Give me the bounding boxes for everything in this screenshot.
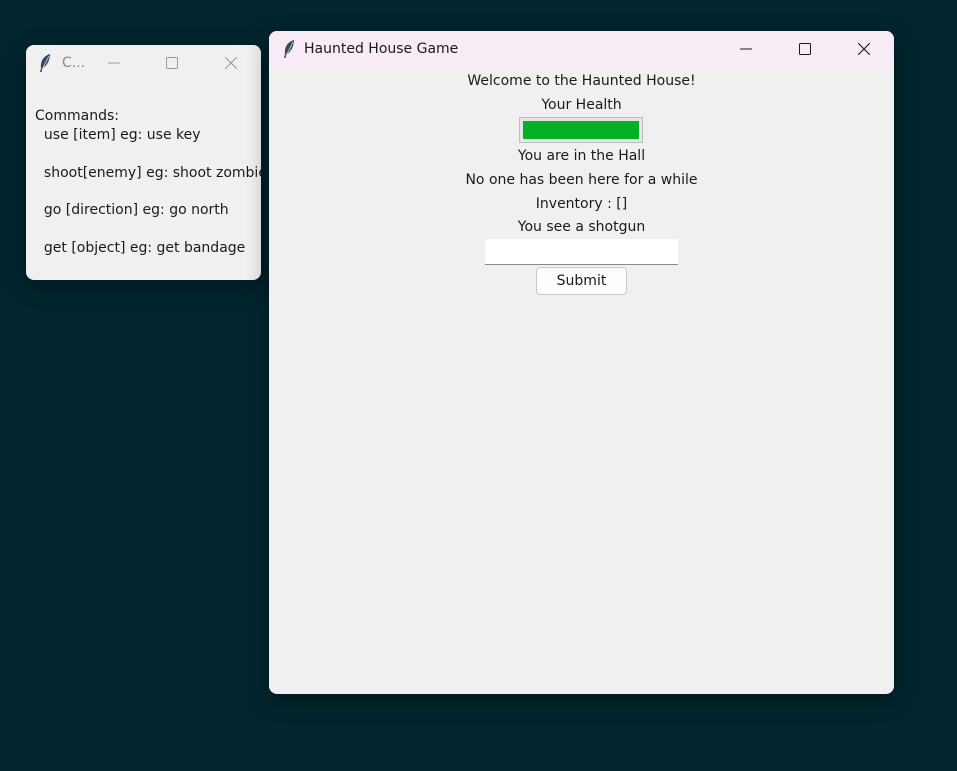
close-icon	[858, 43, 870, 55]
commands-window-title: C...	[62, 55, 86, 71]
welcome-text: Welcome to the Haunted House!	[467, 73, 696, 89]
minimize-button[interactable]	[91, 45, 137, 81]
command-input[interactable]	[485, 239, 678, 265]
inventory-text: Inventory : []	[535, 196, 628, 212]
close-button[interactable]	[208, 45, 254, 81]
minimize-button[interactable]	[723, 31, 769, 67]
maximize-icon	[166, 57, 178, 69]
health-label: Your Health	[541, 97, 622, 113]
feather-icon	[38, 53, 52, 73]
commands-window-titlebar[interactable]: C...	[26, 45, 261, 81]
close-button[interactable]	[841, 31, 887, 67]
command-get: get [object] eg: get bandage	[35, 240, 246, 256]
commands-window: C... Commands: use [item] eg: use key sh…	[26, 45, 261, 280]
commands-heading: Commands:	[35, 108, 119, 124]
item-seen-text: You see a shotgun	[517, 219, 646, 235]
command-use: use [item] eg: use key	[35, 127, 201, 143]
maximize-button[interactable]	[782, 31, 828, 67]
maximize-button[interactable]	[149, 45, 195, 81]
command-go: go [direction] eg: go north	[35, 202, 229, 218]
feather-icon	[282, 39, 296, 59]
location-text: You are in the Hall	[517, 148, 646, 164]
description-text: No one has been here for a while	[465, 172, 698, 188]
minimize-icon	[108, 62, 120, 64]
minimize-icon	[740, 48, 752, 50]
maximize-icon	[799, 43, 811, 55]
command-shoot: shoot[enemy] eg: shoot zombie	[35, 165, 261, 181]
game-window-titlebar[interactable]: Haunted House Game	[269, 31, 894, 67]
game-window-title: Haunted House Game	[304, 41, 459, 57]
health-bar-fill	[523, 121, 639, 139]
game-window: Haunted House Game Welcome to the Haunte…	[269, 31, 894, 694]
close-icon	[225, 57, 237, 69]
submit-button[interactable]: Submit	[536, 267, 627, 295]
health-bar	[519, 117, 643, 143]
